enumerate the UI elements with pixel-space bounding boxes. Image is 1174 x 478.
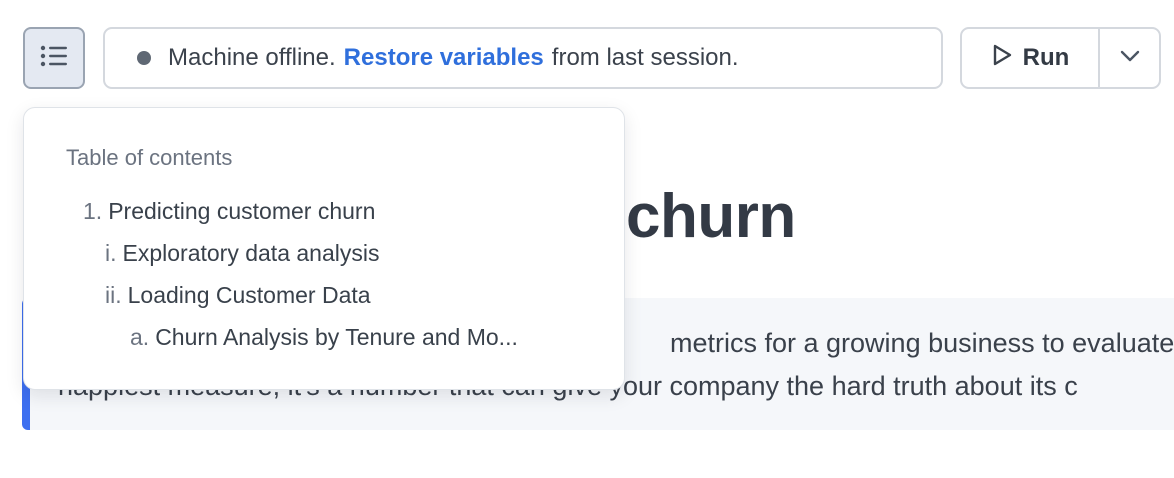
- notebook-page: churn metrics for a growing business to …: [0, 0, 1174, 478]
- toc-item[interactable]: ii. Loading Customer Data: [105, 282, 371, 309]
- toc-item-number: i.: [105, 240, 117, 266]
- status-text-suffix: from last session.: [551, 44, 739, 71]
- run-button-label: Run: [1022, 44, 1070, 71]
- toc-item[interactable]: i. Exploratory data analysis: [105, 240, 379, 267]
- toc-title: Table of contents: [66, 145, 233, 170]
- kernel-status-bar: Machine offline. Restore variables from …: [103, 27, 943, 89]
- run-button-group: Run: [960, 27, 1161, 89]
- list-icon: [40, 45, 68, 72]
- chevron-down-icon: [1120, 49, 1140, 67]
- toc-item-label: Predicting customer churn: [108, 198, 376, 224]
- toc-item[interactable]: 1. Predicting customer churn: [83, 198, 375, 225]
- restore-variables-link[interactable]: Restore variables: [344, 44, 544, 72]
- toc-toggle-button[interactable]: [23, 27, 85, 89]
- run-options-button[interactable]: [1100, 29, 1159, 87]
- callout-text-line: metrics for a growing business to evalua…: [670, 328, 1174, 358]
- toc-item-number: ii.: [105, 282, 122, 308]
- status-text-prefix: Machine offline.: [168, 44, 336, 71]
- toc-item-number: 1.: [83, 198, 103, 224]
- toc-item-label: Loading Customer Data: [127, 282, 371, 308]
- toc-item-label: Churn Analysis by Tenure and Mo...: [155, 324, 518, 350]
- run-button[interactable]: Run: [962, 29, 1100, 87]
- notebook-heading: churn: [626, 182, 796, 251]
- toc-popover: Table of contents 1. Predicting customer …: [23, 107, 625, 390]
- toc-item[interactable]: a. Churn Analysis by Tenure and Mo...: [130, 324, 518, 351]
- toc-item-label: Exploratory data analysis: [122, 240, 380, 266]
- status-dot-icon: [137, 51, 151, 65]
- play-icon: [991, 43, 1013, 74]
- toc-item-number: a.: [130, 324, 150, 350]
